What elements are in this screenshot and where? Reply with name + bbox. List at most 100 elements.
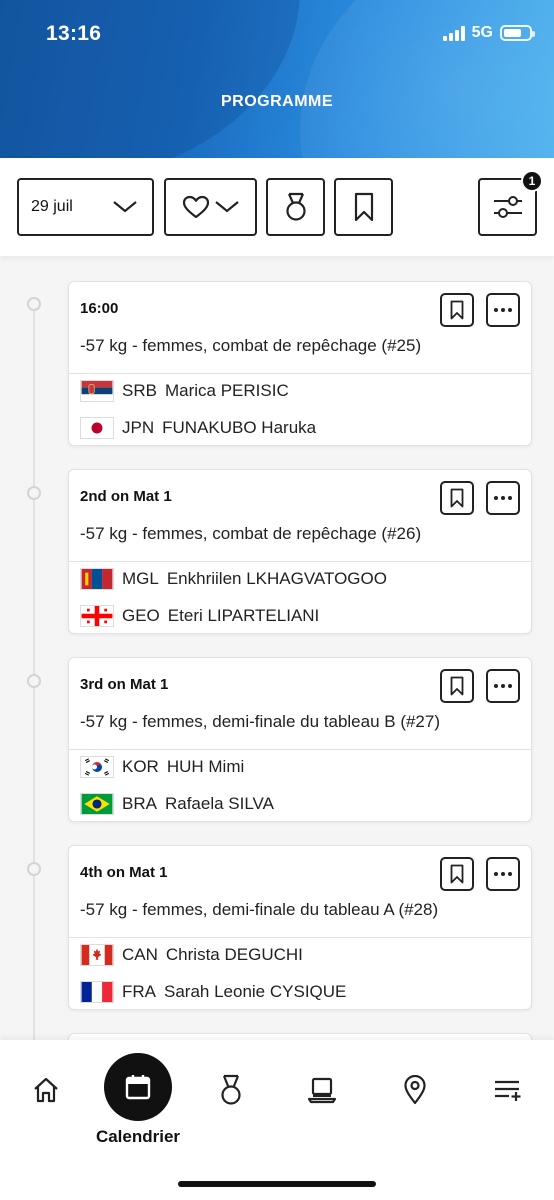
bookmark-icon [450,864,464,884]
timeline-dot [27,486,41,500]
flag-fra-icon [80,981,114,1003]
medal-icon [221,1074,241,1105]
nav-more[interactable] [483,1070,533,1110]
playlist-add-icon [495,1080,521,1101]
athlete-row[interactable]: MGL Enkhriilen LKHAGVATOGOO [80,568,387,590]
athlete-row[interactable]: GEO Eteri LIPARTELIANI [80,605,319,627]
flag-bra-icon [80,793,114,815]
map-pin-icon [404,1075,426,1105]
more-options-button[interactable] [486,669,520,703]
flag-jpn-icon [80,417,114,439]
match-time: 4th on Mat 1 [80,864,168,881]
chevron-down-icon [214,201,239,213]
event-name: -57 kg - femmes, combat de repêchage (#2… [80,336,422,355]
country-code: FRA [122,982,156,1001]
filter-count-badge: 1 [521,170,543,192]
medal-filter-button[interactable] [266,178,325,236]
page-title: PROGRAMME [220,93,334,110]
nav-watch[interactable] [297,1070,347,1110]
more-options-button[interactable] [486,857,520,891]
bookmark-filter-button[interactable] [334,178,393,236]
more-horizontal-icon [494,872,512,876]
country-code: KOR [122,757,159,776]
athlete-row[interactable]: KOR HUH Mimi [80,756,244,778]
laptop-icon [307,1077,337,1104]
timeline-dot [27,862,41,876]
event-name: -57 kg - femmes, combat de repêchage (#2… [80,524,422,543]
network-type: 5G [471,24,493,41]
match-card[interactable]: 3rd on Mat 1 -57 kg - femmes, demi-final… [68,657,532,822]
more-horizontal-icon [494,308,512,312]
bookmark-icon [450,676,464,696]
flag-kor-icon [80,756,114,778]
home-icon [34,1077,58,1103]
country-code: SRB [122,381,157,400]
country-code: GEO [122,606,160,625]
app-header: 13:16 5G PROGRAMME [0,0,554,158]
filter-bar: 29 juil 1 [0,158,554,256]
country-code: JPN [122,418,155,437]
athlete-name: Sarah Leonie CYSIQUE [164,982,347,1001]
divider [69,373,531,374]
country-code: BRA [122,794,157,813]
bookmark-button[interactable] [440,481,474,515]
bookmark-icon [450,488,464,508]
heart-icon [182,195,209,219]
timeline-dot [27,674,41,688]
nav-home[interactable] [21,1070,71,1110]
status-time: 13:16 [46,22,102,45]
country-code: MGL [122,569,159,588]
athlete-row[interactable]: BRA Rafaela SILVA [80,793,274,815]
flag-geo-icon [80,605,114,627]
timeline-dot [27,297,41,311]
more-horizontal-icon [494,496,512,500]
divider [69,749,531,750]
match-card[interactable]: 2nd on Mat 1 -57 kg - femmes, combat de … [68,469,532,634]
athlete-name: Marica PERISIC [164,381,289,400]
athlete-row[interactable]: FRA Sarah Leonie CYSIQUE [80,981,346,1003]
sliders-icon [493,196,522,218]
match-card[interactable]: 4th on Mat 1 -57 kg - femmes, demi-final… [68,845,532,1010]
date-value: 29 juil [31,198,73,215]
athlete-row[interactable]: JPN FUNAKUBO Haruka [80,417,316,439]
flag-srb-icon [80,380,114,402]
more-options-button[interactable] [486,481,520,515]
nav-calendar[interactable] [104,1053,172,1121]
chevron-down-icon [113,201,137,213]
more-options-button[interactable] [486,293,520,327]
bookmark-button[interactable] [440,669,474,703]
bookmark-icon [450,300,464,320]
bookmark-button[interactable] [440,857,474,891]
athlete-name: Enkhriilen LKHAGVATOGOO [166,569,387,588]
athlete-name: Rafaela SILVA [164,794,274,813]
filters-button[interactable]: 1 [478,170,543,236]
more-horizontal-icon [494,684,512,688]
athlete-name: Eteri LIPARTELIANI [167,606,320,625]
flag-mgl-icon [80,568,114,590]
athlete-row[interactable]: CAN Christa DEGUCHI [80,944,303,966]
event-name: -57 kg - femmes, demi-finale du tableau … [80,900,439,919]
flag-can-icon [80,944,114,966]
bookmark-icon [354,192,373,222]
bookmark-button[interactable] [440,293,474,327]
favorites-filter-button[interactable] [164,178,257,236]
signal-icon [442,25,465,41]
divider [69,561,531,562]
match-time: 3rd on Mat 1 [80,676,169,693]
athlete-row[interactable]: SRB Marica PERISIC [80,380,289,402]
divider [69,937,531,938]
medal-icon [285,192,306,221]
event-name: -57 kg - femmes, demi-finale du tableau … [80,712,441,731]
home-indicator [178,1181,376,1187]
battery-icon [500,25,535,41]
nav-map[interactable] [390,1070,440,1110]
athlete-name: FUNAKUBO Haruka [162,418,317,437]
date-select[interactable]: 29 juil [17,178,154,236]
athlete-name: Christa DEGUCHI [165,945,303,964]
nav-medals[interactable] [206,1070,256,1110]
match-time: 16:00 [80,300,119,317]
match-time: 2nd on Mat 1 [80,488,172,505]
athlete-name: HUH Mimi [166,757,245,776]
match-card[interactable]: 16:00 -57 kg - femmes, combat de repêcha… [68,281,532,446]
calendar-icon [125,1075,151,1100]
